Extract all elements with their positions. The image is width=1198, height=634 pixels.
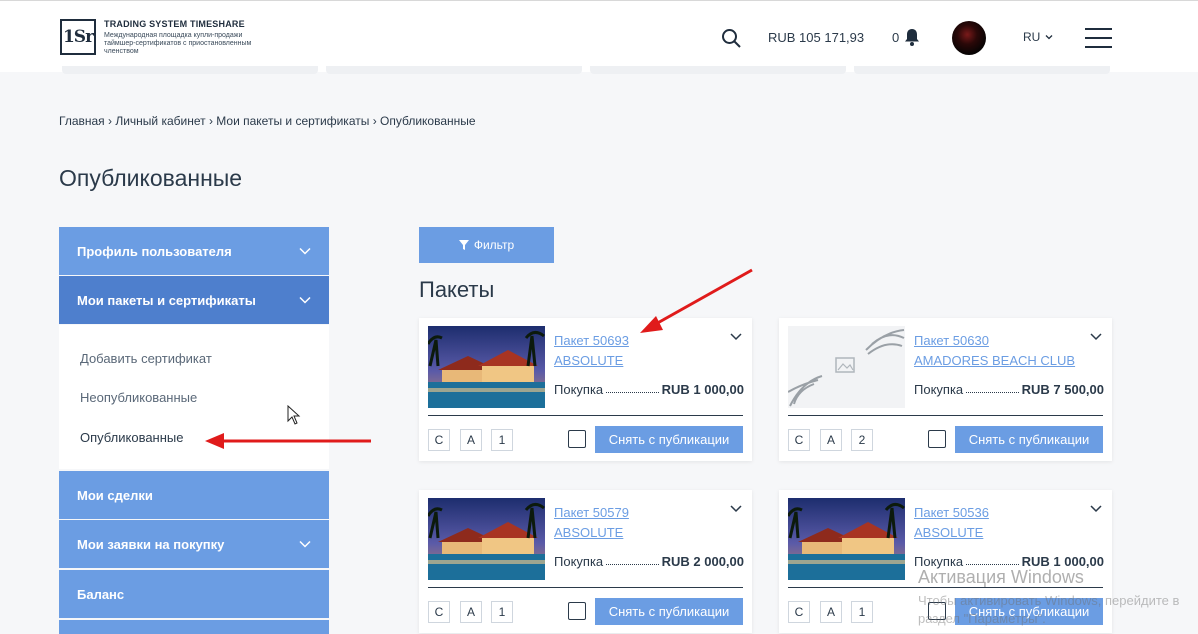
price-value: RUB 2 000,00 <box>661 554 744 569</box>
sidebar-item-deals[interactable]: Мои сделки <box>59 471 329 519</box>
package-card: Пакет 50693 ABSOLUTE Покупка RUB 1 000,00… <box>419 318 752 461</box>
chevron-down-icon <box>299 296 311 304</box>
filter-label: Фильтр <box>473 238 515 252</box>
submenu-add-certificate[interactable]: Добавить сертификат <box>80 351 212 366</box>
sidebar-item-label: Мои пакеты и сертификаты <box>77 292 256 308</box>
filter-icon <box>458 240 469 250</box>
select-checkbox[interactable] <box>568 602 586 620</box>
bell-icon[interactable] <box>904 28 920 46</box>
sidebar-item-label: Профиль пользователя <box>77 243 232 259</box>
package-link[interactable]: Пакет 50630 <box>914 333 989 348</box>
price-line: Покупка RUB 1 000,00 <box>554 382 744 397</box>
price-line: Покупка RUB 2 000,00 <box>554 554 744 569</box>
logo-mark[interactable]: 1Sr <box>60 19 96 55</box>
package-link[interactable]: Пакет 50693 <box>554 333 629 348</box>
resort-photo[interactable] <box>428 498 545 580</box>
mouse-cursor-icon <box>287 405 301 425</box>
language-selector[interactable]: RU <box>1023 30 1040 44</box>
sidebar-item-label: Мои сделки <box>77 487 153 503</box>
tag: 1 <box>851 601 873 623</box>
account-balance[interactable]: RUB 105 171,93 <box>768 30 864 45</box>
divider <box>788 415 1103 416</box>
tag: A <box>460 429 482 451</box>
chevron-down-icon[interactable] <box>1090 504 1102 514</box>
price-label: Покупка <box>914 382 964 397</box>
windows-watermark-text: Чтобы активировать Windows, перейдите в … <box>918 593 1180 626</box>
resort-photo[interactable] <box>788 498 905 580</box>
sidebar-item-profile[interactable]: Профиль пользователя <box>59 227 329 275</box>
sidebar-item-packages[interactable]: Мои пакеты и сертификаты <box>59 276 329 324</box>
submenu-unpublished[interactable]: Неопубликованные <box>80 390 197 405</box>
top-header: 1Sr TRADING SYSTEM TIMESHARE Международн… <box>0 0 1198 72</box>
section-title: Пакеты <box>419 277 495 302</box>
package-card: Пакет 50579 ABSOLUTE Покупка RUB 2 000,00… <box>419 490 752 633</box>
chevron-down-icon[interactable] <box>1090 332 1102 342</box>
page-title: Опубликованные <box>59 165 243 191</box>
tag: 1 <box>491 601 513 623</box>
package-card: Пакет 50630 AMADORES BEACH CLUB Покупка R… <box>779 318 1112 461</box>
tag: C <box>428 601 450 623</box>
tag: A <box>820 429 842 451</box>
resort-photo[interactable] <box>428 326 545 408</box>
tag: 2 <box>851 429 873 451</box>
submenu-published[interactable]: Опубликованные <box>80 430 184 445</box>
club-link[interactable]: ABSOLUTE <box>914 525 983 540</box>
filter-button[interactable]: Фильтр <box>419 227 554 263</box>
price-label: Покупка <box>554 554 604 569</box>
breadcrumb[interactable]: Главная › Личный кабинет › Мои пакеты и … <box>59 114 476 128</box>
package-link[interactable]: Пакет 50579 <box>554 505 629 520</box>
tag: C <box>788 601 810 623</box>
resort-photo[interactable] <box>788 326 905 408</box>
price-value: RUB 7 500,00 <box>1021 382 1104 397</box>
chevron-down-icon[interactable] <box>730 504 742 514</box>
price-value: RUB 1 000,00 <box>661 382 744 397</box>
select-checkbox[interactable] <box>928 430 946 448</box>
unpublish-button[interactable]: Снять с публикации <box>595 598 743 625</box>
sidebar-item-more[interactable] <box>59 620 329 634</box>
notifications-count[interactable]: 0 <box>892 30 899 45</box>
tag: A <box>460 601 482 623</box>
price-line: Покупка RUB 7 500,00 <box>914 382 1104 397</box>
divider <box>428 587 743 588</box>
unpublish-button[interactable]: Снять с публикации <box>955 426 1103 453</box>
avatar[interactable] <box>952 21 986 55</box>
sidebar-item-purchase-requests[interactable]: Мои заявки на покупку <box>59 520 329 568</box>
logo-subtitle: Международная площадка купли-продажи тай… <box>104 32 252 55</box>
tag: C <box>788 429 810 451</box>
tag: A <box>820 601 842 623</box>
club-link[interactable]: ABSOLUTE <box>554 353 623 368</box>
menu-icon[interactable] <box>1085 28 1112 48</box>
windows-watermark-title: Активация Windows <box>918 567 1084 587</box>
chevron-down-icon[interactable] <box>1045 33 1053 41</box>
package-link[interactable]: Пакет 50536 <box>914 505 989 520</box>
header-shadow <box>0 66 1198 106</box>
sidebar-item-balance[interactable]: Баланс <box>59 570 329 618</box>
search-icon[interactable] <box>721 28 741 48</box>
sidebar-item-label: Мои заявки на покупку <box>77 536 225 552</box>
tag: C <box>428 429 450 451</box>
logo-title[interactable]: TRADING SYSTEM TIMESHARE <box>104 19 245 29</box>
select-checkbox[interactable] <box>568 430 586 448</box>
club-link[interactable]: ABSOLUTE <box>554 525 623 540</box>
unpublish-button[interactable]: Снять с публикации <box>595 426 743 453</box>
divider <box>428 415 743 416</box>
chevron-down-icon <box>299 247 311 255</box>
chevron-down-icon <box>299 540 311 548</box>
sidebar-item-label: Баланс <box>77 586 125 602</box>
price-label: Покупка <box>554 382 604 397</box>
sidebar-submenu: Добавить сертификат Неопубликованные Опу… <box>59 325 329 469</box>
chevron-down-icon[interactable] <box>730 332 742 342</box>
tag: 1 <box>491 429 513 451</box>
club-link[interactable]: AMADORES BEACH CLUB <box>914 353 1075 368</box>
